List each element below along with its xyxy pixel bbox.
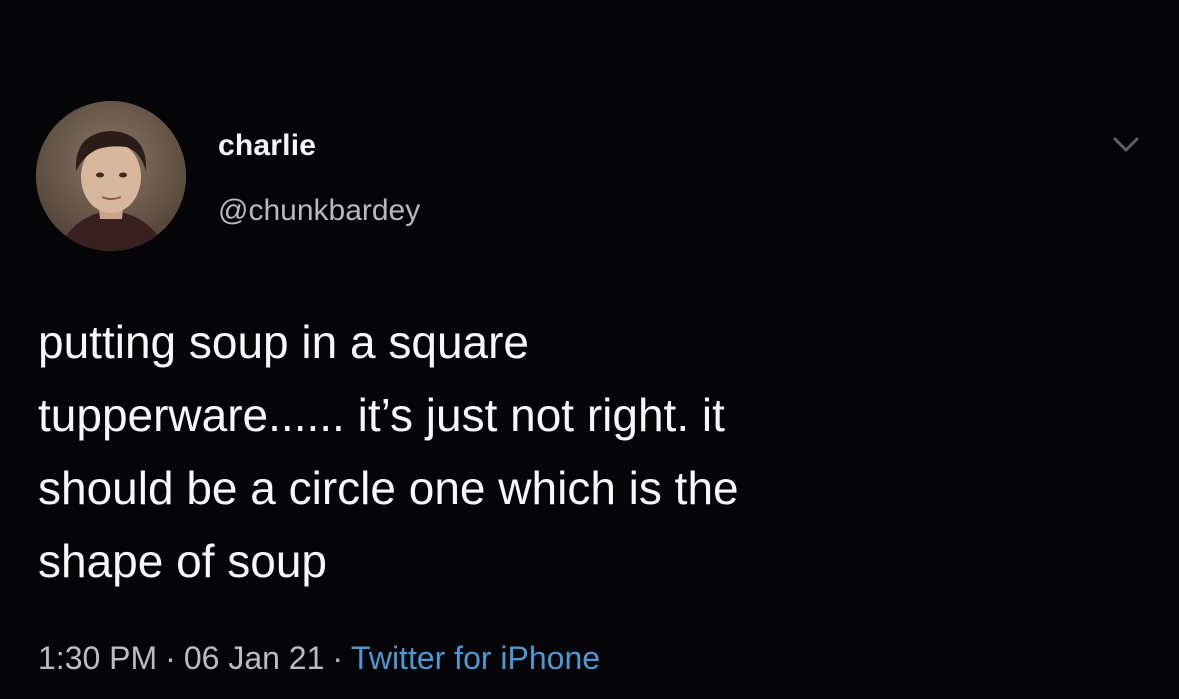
author-display-name[interactable]: charlie — [218, 124, 420, 168]
avatar-image — [36, 101, 186, 251]
tweet-time[interactable]: 1:30 PM — [38, 640, 157, 676]
avatar[interactable] — [36, 101, 186, 251]
tweet-card: charlie @chunkbardey putting soup in a s… — [0, 0, 1179, 699]
author-handle[interactable]: @chunkbardey — [218, 189, 420, 233]
tweet-date[interactable]: 06 Jan 21 — [184, 640, 325, 676]
tweet-source-link[interactable]: Twitter for iPhone — [351, 640, 600, 676]
tweet-text: putting soup in a square tupperware.....… — [38, 316, 739, 587]
author-block: charlie @chunkbardey — [218, 124, 420, 233]
tweet-metadata: 1:30 PM · 06 Jan 21 · Twitter for iPhone — [38, 636, 600, 680]
chevron-down-icon[interactable] — [1112, 134, 1140, 156]
separator-dot: · — [165, 640, 176, 676]
separator-dot: · — [332, 640, 344, 676]
